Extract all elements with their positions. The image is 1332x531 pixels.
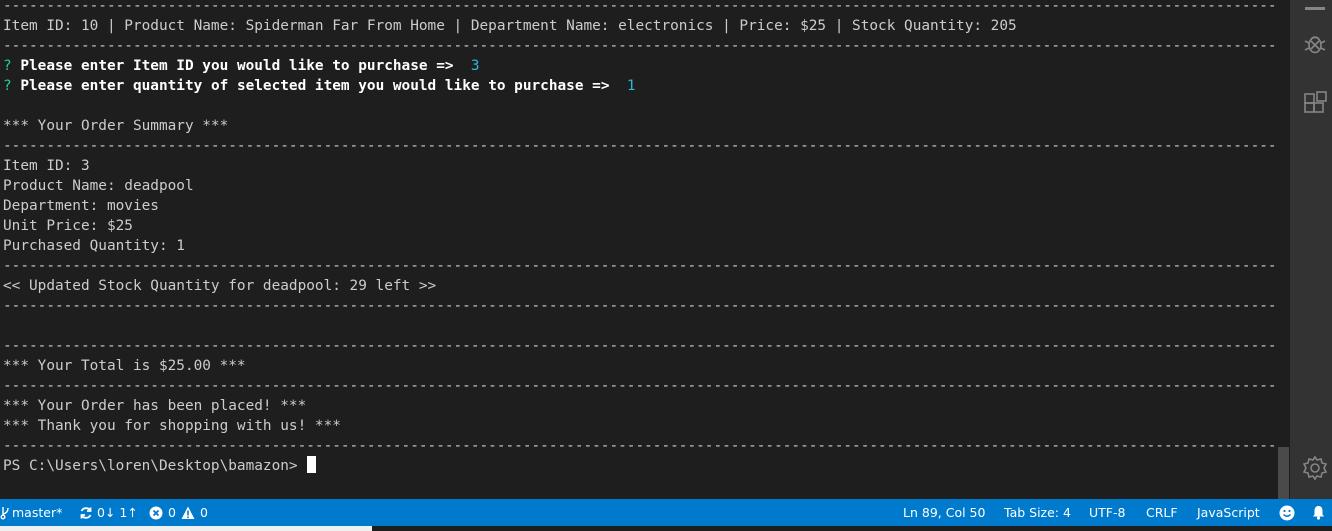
sync-icon bbox=[79, 506, 93, 520]
end-of-line[interactable]: CRLF bbox=[1146, 499, 1178, 526]
problems-status[interactable]: 0 0 bbox=[149, 499, 208, 526]
prompt-marker: ? bbox=[3, 58, 12, 74]
terminal-line: Product Name: deadpool bbox=[3, 178, 194, 194]
separator-line: ----------------------------------------… bbox=[3, 298, 1276, 314]
order-summary-heading: *** Your Order Summary *** bbox=[3, 118, 229, 134]
language-mode[interactable]: JavaScript bbox=[1197, 499, 1260, 526]
terminal-line: Purchased Quantity: 1 bbox=[3, 238, 185, 254]
git-branch-icon bbox=[0, 506, 10, 520]
gear-icon[interactable] bbox=[1302, 455, 1328, 481]
separator-line: ----------------------------------------… bbox=[3, 0, 1276, 14]
terminal-line: Department: movies bbox=[3, 198, 159, 214]
bottom-strip bbox=[0, 526, 1332, 531]
smiley-feedback-icon[interactable] bbox=[1279, 499, 1295, 526]
terminal-line: Item ID: 10 | Product Name: Spiderman Fa… bbox=[3, 18, 1017, 34]
shell-prompt[interactable]: PS C:\Users\loren\Desktop\bamazon> bbox=[3, 456, 1276, 476]
bell-icon[interactable] bbox=[1312, 499, 1325, 526]
error-icon bbox=[149, 506, 163, 520]
separator-line: ----------------------------------------… bbox=[3, 338, 1276, 354]
text-cursor bbox=[307, 456, 317, 473]
terminal-line: *** Your Order has been placed! *** bbox=[3, 398, 307, 414]
separator-line: ----------------------------------------… bbox=[3, 38, 1276, 54]
sync-status[interactable]: 0↓ 1↑ bbox=[79, 499, 138, 526]
activity-bar bbox=[1290, 0, 1332, 499]
terminal-scrollbar-thumb[interactable] bbox=[1278, 447, 1289, 499]
separator-line: ----------------------------------------… bbox=[3, 138, 1276, 154]
warning-icon bbox=[181, 506, 195, 520]
terminal-output: ----------------------------------------… bbox=[3, 0, 1276, 476]
terminal-scrollbar-track[interactable] bbox=[1276, 0, 1290, 499]
prompt-quantity: ? Please enter quantity of selected item… bbox=[3, 76, 1276, 96]
prompt-answer: 3 bbox=[470, 58, 480, 74]
separator-line: ----------------------------------------… bbox=[3, 438, 1276, 454]
terminal-line: Item ID: 3 bbox=[3, 158, 90, 174]
prompt-question: Please enter quantity of selected item y… bbox=[20, 78, 610, 94]
taskbar-segment bbox=[0, 526, 372, 531]
separator-line: ----------------------------------------… bbox=[3, 378, 1276, 394]
file-encoding[interactable]: UTF-8 bbox=[1089, 499, 1125, 526]
terminal-line: Unit Price: $25 bbox=[3, 218, 133, 234]
error-count: 0 bbox=[168, 505, 176, 520]
prompt-item-id: ? Please enter Item ID you would like to… bbox=[3, 56, 1276, 76]
terminal-line: *** Thank you for shopping with us! *** bbox=[3, 418, 341, 434]
stock-update-line: << Updated Stock Quantity for deadpool: … bbox=[3, 278, 437, 294]
total-line: *** Your Total is $25.00 *** bbox=[3, 358, 246, 374]
tab-size[interactable]: Tab Size: 4 bbox=[1004, 499, 1071, 526]
activity-item-top[interactable] bbox=[1302, 0, 1328, 10]
warning-count: 0 bbox=[199, 505, 208, 520]
shell-prompt-text: PS C:\Users\loren\Desktop\bamazon> bbox=[3, 458, 307, 474]
git-branch-status[interactable]: master* bbox=[0, 499, 62, 526]
prompt-marker: ? bbox=[3, 78, 12, 94]
extensions-icon[interactable] bbox=[1302, 91, 1328, 117]
sync-counts: 0↓ 1↑ bbox=[97, 505, 138, 520]
separator-line: ----------------------------------------… bbox=[3, 258, 1276, 274]
debug-icon[interactable] bbox=[1302, 31, 1328, 57]
cursor-position[interactable]: Ln 89, Col 50 bbox=[903, 499, 985, 526]
terminal-panel[interactable]: ----------------------------------------… bbox=[0, 0, 1276, 499]
prompt-question: Please enter Item ID you would like to p… bbox=[20, 58, 454, 74]
prompt-answer: 1 bbox=[626, 78, 636, 94]
git-branch-label: master* bbox=[12, 505, 63, 520]
status-bar: master* 0↓ 1↑ 0 0 Ln 89, Col 50 Tab Size… bbox=[0, 499, 1332, 526]
